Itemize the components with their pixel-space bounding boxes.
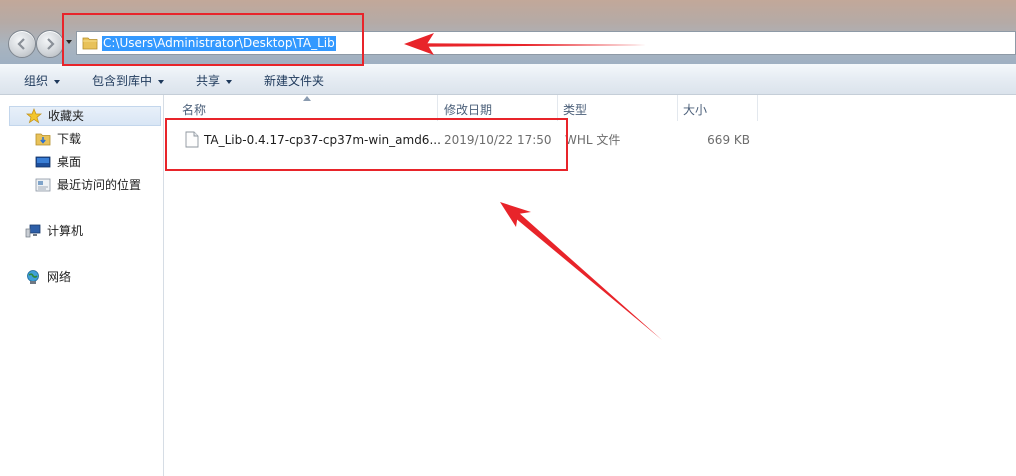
command-bar: 组织 包含到库中 共享 新建文件夹	[0, 64, 1016, 95]
sidebar-item-label: 收藏夹	[48, 109, 85, 123]
recent-places-icon	[35, 178, 51, 192]
sidebar-item-label: 桌面	[57, 155, 82, 169]
new-folder-label: 新建文件夹	[264, 74, 325, 88]
column-header-date[interactable]: 修改日期	[444, 101, 492, 119]
column-header-size[interactable]: 大小	[683, 101, 707, 119]
share-button[interactable]: 共享	[196, 72, 233, 89]
organize-button[interactable]: 组织	[24, 72, 61, 89]
column-header-name[interactable]: 名称	[182, 101, 206, 119]
sort-ascending-icon	[303, 96, 311, 101]
column-divider[interactable]	[757, 95, 758, 121]
file-highlight-box	[165, 118, 568, 171]
star-icon	[26, 108, 42, 124]
new-folder-button[interactable]: 新建文件夹	[264, 72, 324, 89]
chevron-down-icon	[54, 79, 61, 84]
forward-button[interactable]	[36, 30, 64, 58]
chevron-down-icon	[226, 79, 233, 84]
back-button[interactable]	[8, 30, 36, 58]
desktop-icon	[35, 156, 51, 168]
sidebar-item-label: 网络	[47, 270, 72, 284]
sidebar-item-label: 下载	[57, 132, 82, 146]
back-arrow-icon	[17, 38, 25, 50]
column-header-type[interactable]: 类型	[563, 101, 587, 119]
navigation-pane: 收藏夹 下载 桌面 最近访问的位置 计算机 网络	[0, 95, 164, 476]
address-highlight-box	[62, 13, 364, 66]
organize-label: 组织	[24, 74, 49, 88]
downloads-folder-icon	[35, 133, 51, 146]
forward-arrow-icon	[47, 38, 55, 50]
include-in-library-label: 包含到库中	[92, 74, 153, 88]
computer-icon	[25, 224, 41, 238]
network-icon	[27, 270, 39, 284]
column-divider[interactable]	[677, 95, 678, 121]
share-label: 共享	[196, 74, 221, 88]
include-in-library-button[interactable]: 包含到库中	[92, 72, 165, 89]
sidebar-item-label: 最近访问的位置	[57, 178, 142, 192]
file-size: 669 KB	[707, 133, 750, 147]
sidebar-item-label: 计算机	[47, 224, 84, 238]
file-type: WHL 文件	[565, 133, 621, 147]
chevron-down-icon	[158, 79, 165, 84]
